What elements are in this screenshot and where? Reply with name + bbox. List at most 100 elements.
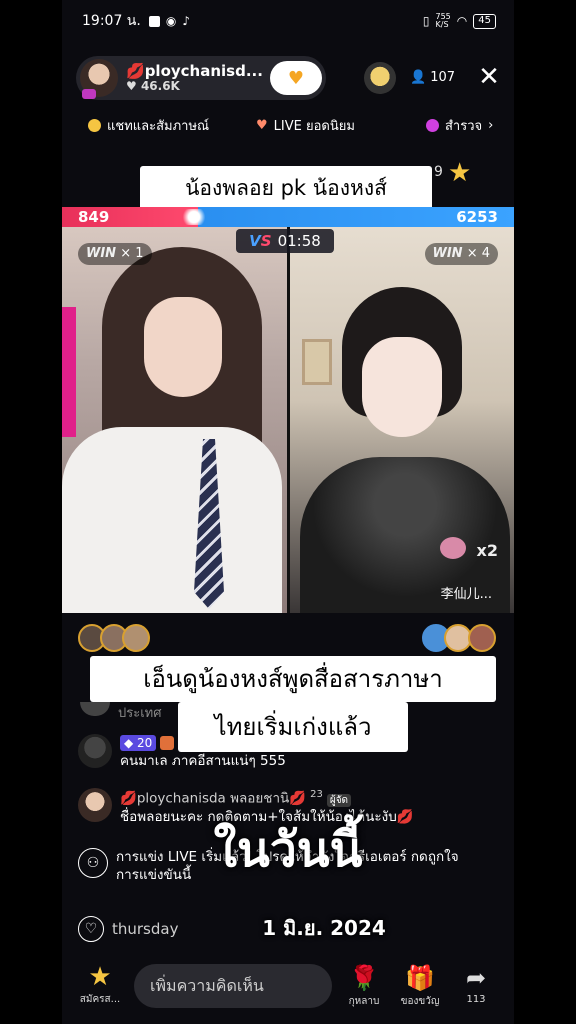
gift-button[interactable]: 🎁 ของขวัญ <box>398 962 442 1009</box>
lips-icon: 💋 <box>289 790 307 807</box>
heart-icon: ♥ <box>256 117 268 133</box>
win-label: WIN <box>86 246 117 261</box>
background-light <box>62 307 76 437</box>
top-viewer-avatar[interactable] <box>364 62 396 94</box>
share-count: 113 <box>466 994 486 1005</box>
timer-value: 01:58 <box>277 232 321 250</box>
heart-icon: ♥ <box>126 78 141 93</box>
notification-square-icon <box>148 15 160 27</box>
score-spark <box>180 209 208 225</box>
tab-chat-interview[interactable]: แชทและสัมภาษณ์ <box>88 115 256 136</box>
person-icon: 👤 <box>410 70 427 85</box>
host-badge-icon <box>82 89 96 99</box>
explore-icon <box>426 118 439 132</box>
host-info: 💋ploychanisd... ♥ 46.6K <box>126 63 263 93</box>
comment-badges: ◆ 20 <box>120 734 286 752</box>
orange-heart-icon: ♥ <box>287 67 305 89</box>
host-avatar[interactable] <box>80 59 118 99</box>
status-time: 19:07 น. <box>82 13 141 29</box>
host-profile[interactable]: 💋ploychanisd... ♥ 46.6K ♥ <box>76 56 326 100</box>
star-icon: ★ <box>88 962 112 992</box>
follow-heart-button[interactable]: ♥ <box>270 61 322 95</box>
comment-username: ploychanisda พลอยชานิ <box>136 790 290 807</box>
host-role-badge: ผู้จัด <box>326 793 352 807</box>
rose-label: กุหลาบ <box>348 996 380 1007</box>
pk-timer: VS 01:58 <box>236 229 334 253</box>
win-badge-left: WIN × 1 <box>78 243 152 265</box>
rose-gift-button[interactable]: 🌹 กุหลาบ <box>342 962 386 1009</box>
tiktok-icon: ♪ <box>182 14 190 28</box>
subscribe-button[interactable]: ★ สมัครส... <box>76 962 124 1007</box>
status-bar: 19:07 น. ◉ ♪ ▯ 755 K/S ◠ 45 <box>62 6 514 36</box>
status-right: ▯ 755 K/S ◠ 45 <box>423 13 496 29</box>
chat-comment[interactable]: ◆ 20 คนมาเล ภาคอีสานแน่ๆ 555 <box>78 734 286 770</box>
gift-label: ของขวัญ <box>400 996 440 1007</box>
bottom-bar: ★ สมัครส... 🌹 กุหลาบ 🎁 ของขวัญ ➦ 113 <box>62 958 514 1018</box>
category-tabs: แชทและสัมภาษณ์ ♥ LIVE ยอดนิยม สำรวจ › <box>62 112 514 138</box>
chevron-right-icon: › <box>488 117 494 133</box>
comment-avatar <box>80 702 110 716</box>
comment-user-row: 💋ploychanisda พลอยชานิ💋 23 ผู้จัด <box>120 788 414 808</box>
gift-icon: 🎁 <box>405 964 435 992</box>
lips-icon: 💋 <box>120 790 137 807</box>
level-badge: ◆ 20 <box>120 735 157 752</box>
tab-label: LIVE ยอดนิยม <box>273 118 355 134</box>
tab-live-popular[interactable]: ♥ LIVE ยอดนิยม <box>256 115 426 136</box>
comment-avatar[interactable] <box>78 734 112 768</box>
smile-icon <box>88 118 101 132</box>
supporter-avatar[interactable] <box>122 624 150 652</box>
share-button[interactable]: ➦ 113 <box>454 962 498 1005</box>
win-count: × 1 <box>120 246 144 261</box>
win-count: × 4 <box>466 246 490 261</box>
win-badge-right: WIN × 4 <box>424 243 498 265</box>
live-screen: 19:07 น. ◉ ♪ ▯ 755 K/S ◠ 45 💋ploychanisd… <box>62 0 514 1024</box>
net-speed: 755 K/S <box>435 12 451 29</box>
pk-video-panels: WIN × 1 WIN × 4 x2 李仙儿... <box>62 227 514 613</box>
ranking-count: 9 <box>434 164 443 180</box>
comment-body: ◆ 20 คนมาเล ภาคอีสานแน่ๆ 555 <box>120 734 286 770</box>
streamer-right-face <box>361 337 442 437</box>
battery-icon: 45 <box>473 13 496 29</box>
comment-text: คนมาเล ภาคอีสานแน่ๆ 555 <box>120 753 286 770</box>
video-left[interactable]: WIN × 1 <box>62 227 290 613</box>
faded-comment: ประเทศ <box>80 702 161 723</box>
pk-caption: น้องพลอย pk น้องหงส์ <box>140 166 432 210</box>
faded-comment-text: ประเทศ <box>118 706 162 721</box>
comment-input[interactable] <box>134 964 332 1008</box>
overlay-title: ในวันนี้ <box>213 822 363 878</box>
vs-icon: VS <box>249 232 272 250</box>
video-caption-line-1: เอ็นดูน้องหงส์พูดสื่อสารภาษา <box>90 656 496 702</box>
win-label: WIN <box>432 246 463 261</box>
multiplier: x2 <box>476 541 498 560</box>
host-likes: 46.6K <box>140 78 180 93</box>
level-value: 20 <box>137 736 153 750</box>
score-right: 6253 <box>456 208 498 226</box>
host-name-row: 💋ploychanisd... <box>126 63 263 80</box>
video-right[interactable]: WIN × 4 x2 李仙儿... <box>289 227 514 613</box>
like-heart-icon <box>440 537 466 559</box>
notification-app-icon: ◉ <box>165 14 177 28</box>
vibrate-icon: ▯ <box>422 14 430 28</box>
fan-badge-icon <box>160 736 175 750</box>
comment-count: 23 <box>310 789 323 800</box>
share-icon: ➦ <box>465 964 487 992</box>
host-likes-row: ♥ 46.6K <box>126 78 263 93</box>
streamer-left-face <box>144 297 222 397</box>
guest-name: 李仙儿... <box>440 587 492 602</box>
close-button[interactable]: ✕ <box>474 62 504 92</box>
star-icon[interactable]: ★ <box>448 158 471 188</box>
host-name: ploychanisd... <box>144 62 263 81</box>
tab-explore[interactable]: สำรวจ › <box>426 115 493 136</box>
viewer-count-value: 107 <box>430 70 456 85</box>
pk-score-bar <box>62 207 514 227</box>
overlay-date: 1 มิ.ย. 2024 <box>262 916 386 940</box>
viewer-count[interactable]: 👤 107 <box>410 70 455 85</box>
supporter-avatar[interactable] <box>468 624 496 652</box>
lips-icon: 💋 <box>126 62 145 81</box>
subscribe-label: สมัครส... <box>79 994 121 1005</box>
rose-icon: 🌹 <box>349 964 379 992</box>
tab-label: แชทและสัมภาษณ์ <box>107 118 210 134</box>
score-left: 849 <box>78 208 110 226</box>
wifi-icon: ◠ <box>456 14 468 28</box>
streamer-left-shirt <box>62 427 282 613</box>
